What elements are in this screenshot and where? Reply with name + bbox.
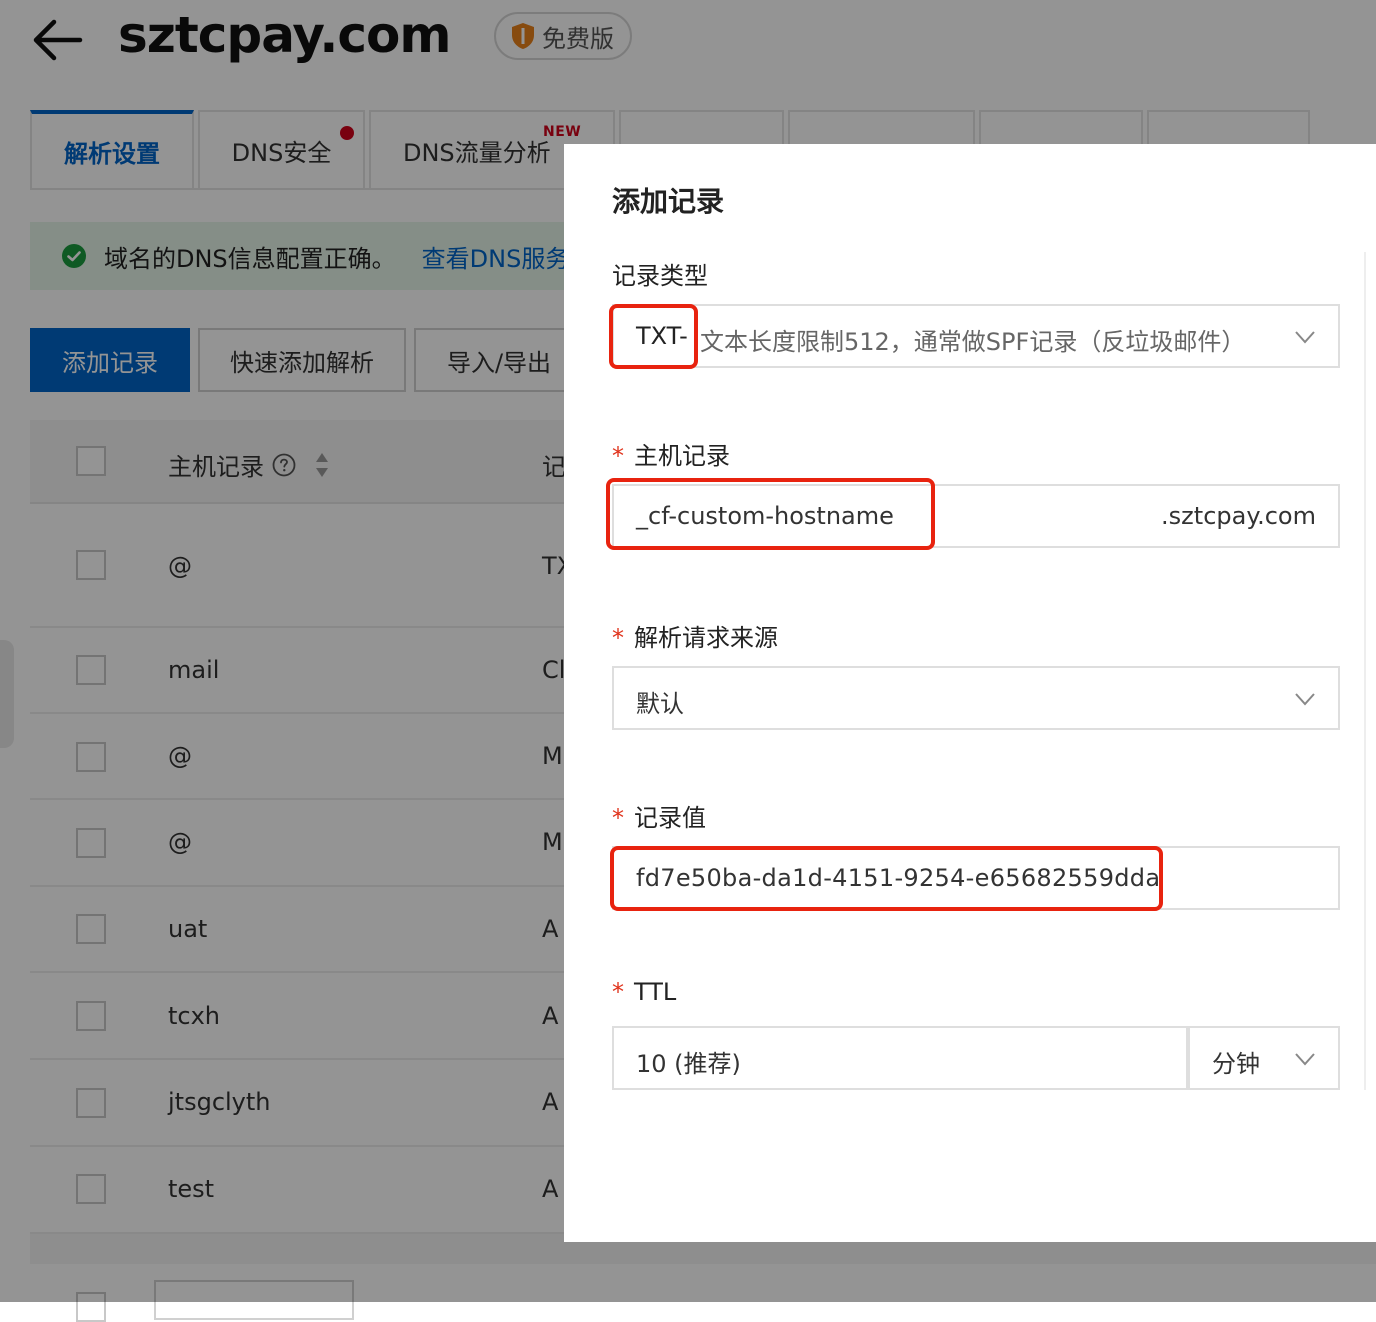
- record-type-description: 文本长度限制512，通常做SPF记录（反垃圾邮件）: [700, 328, 1246, 356]
- required-mark: *: [612, 442, 624, 470]
- drawer-title: 添加记录: [612, 185, 725, 218]
- request-source-value: 默认: [636, 690, 684, 718]
- ttl-input[interactable]: 10 (推荐): [612, 1026, 1188, 1090]
- request-source-select[interactable]: 默认: [612, 666, 1340, 730]
- request-source-label-text: 解析请求来源: [634, 624, 778, 652]
- ttl-unit-value: 分钟: [1212, 1050, 1260, 1078]
- drawer-scrollbar[interactable]: [1364, 252, 1376, 1090]
- highlight-box: [610, 846, 1163, 911]
- required-mark: *: [612, 978, 624, 1006]
- chevron-down-icon: [1295, 331, 1315, 344]
- ttl-label-text: TTL: [634, 978, 677, 1006]
- record-value-label: * 记录值: [612, 798, 706, 833]
- record-value-label-text: 记录值: [634, 804, 706, 832]
- chevron-down-icon: [1295, 693, 1315, 706]
- ttl-label: * TTL: [612, 978, 676, 1006]
- ttl-unit-select[interactable]: 分钟: [1188, 1026, 1340, 1090]
- host-record-label: * 主机记录: [612, 436, 730, 471]
- chevron-down-icon: [1295, 1053, 1315, 1066]
- required-mark: *: [612, 624, 624, 652]
- host-record-suffix: .sztcpay.com: [1161, 502, 1316, 530]
- host-record-label-text: 主机记录: [634, 442, 730, 470]
- highlight-box: [606, 478, 935, 550]
- record-type-select[interactable]: TXT- 文本长度限制512，通常做SPF记录（反垃圾邮件）: [612, 304, 1340, 368]
- highlight-box: [609, 304, 698, 369]
- required-mark: *: [612, 804, 624, 832]
- record-type-label: 记录类型: [612, 262, 708, 290]
- ttl-value: 10 (推荐): [636, 1050, 741, 1078]
- request-source-label: * 解析请求来源: [612, 618, 778, 653]
